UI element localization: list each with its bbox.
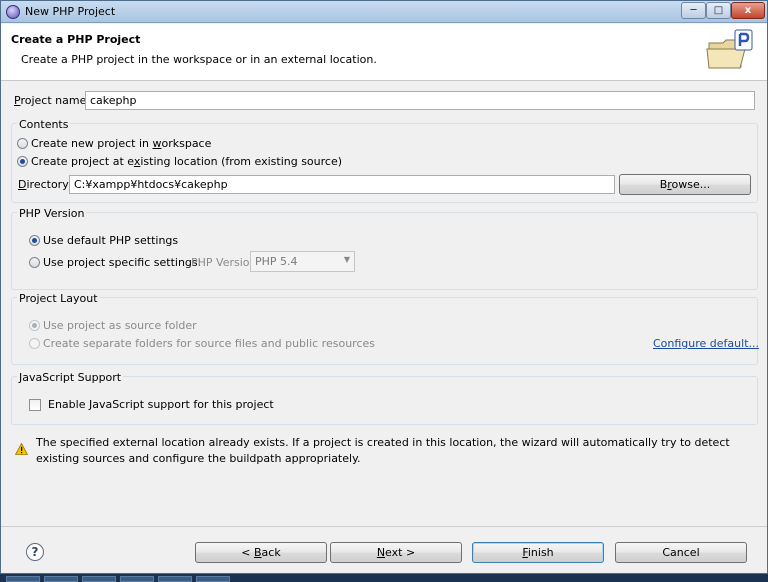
- specific-php-label[interactable]: Use project specific settings:: [43, 256, 201, 269]
- close-button[interactable]: x: [731, 2, 765, 19]
- default-php-radio[interactable]: [29, 235, 40, 246]
- create-new-label[interactable]: Create new project in workspace: [31, 137, 211, 150]
- php-version-value: PHP 5.4: [255, 255, 298, 268]
- banner-title: Create a PHP Project: [11, 33, 141, 46]
- create-existing-radio[interactable]: [17, 156, 28, 167]
- configure-default-link[interactable]: Configure default...: [653, 337, 759, 350]
- chevron-down-icon: ▼: [343, 255, 350, 264]
- taskbar-item[interactable]: [44, 576, 78, 582]
- help-button[interactable]: ?: [26, 543, 44, 561]
- taskbar-item[interactable]: [82, 576, 116, 582]
- default-php-label[interactable]: Use default PHP settings: [43, 234, 178, 247]
- php-version-group: [11, 212, 758, 290]
- enable-javascript-checkbox[interactable]: [29, 399, 41, 411]
- help-icon: ?: [31, 545, 39, 559]
- maximize-button[interactable]: □: [706, 2, 731, 19]
- taskbar-item[interactable]: [120, 576, 154, 582]
- wizard-banner: Create a PHP Project Create a PHP projec…: [1, 24, 767, 81]
- project-name-input[interactable]: [85, 91, 755, 110]
- window-title: New PHP Project: [25, 5, 116, 18]
- separate-folders-label[interactable]: Create separate folders for source files…: [43, 337, 375, 350]
- minimize-button[interactable]: ─: [681, 2, 706, 19]
- javascript-title: JavaScript Support: [17, 371, 124, 384]
- taskbar-item[interactable]: [196, 576, 230, 582]
- browse-button[interactable]: Browse...: [619, 174, 751, 195]
- create-existing-label[interactable]: Create project at existing location (fro…: [31, 155, 342, 168]
- source-folder-label[interactable]: Use project as source folder: [43, 319, 197, 332]
- warning-message: The specified external location already …: [36, 436, 730, 465]
- wizard-window: New PHP Project ─ □ x Create a PHP Proje…: [0, 0, 768, 574]
- finish-button[interactable]: Finish: [472, 542, 604, 563]
- source-folder-radio[interactable]: [29, 320, 40, 331]
- directory-input[interactable]: [69, 175, 615, 194]
- php-version-select[interactable]: PHP 5.4 ▼: [250, 251, 355, 272]
- cancel-button[interactable]: Cancel: [615, 542, 747, 563]
- create-new-radio[interactable]: [17, 138, 28, 149]
- title-bar[interactable]: New PHP Project ─ □ x: [1, 1, 767, 23]
- project-layout-title: Project Layout: [17, 292, 100, 305]
- eclipse-icon: [6, 5, 20, 19]
- directory-label: Directory:: [18, 178, 72, 191]
- next-button[interactable]: Next >: [330, 542, 462, 563]
- php-version-title: PHP Version: [17, 207, 87, 220]
- banner-description: Create a PHP project in the workspace or…: [21, 53, 377, 66]
- enable-javascript-label[interactable]: Enable JavaScript support for this proje…: [48, 398, 274, 411]
- separate-folders-radio[interactable]: [29, 338, 40, 349]
- specific-php-radio[interactable]: [29, 257, 40, 268]
- taskbar-item[interactable]: [6, 576, 40, 582]
- php-folder-icon: [706, 29, 753, 69]
- project-name-label: Project name:: [14, 94, 91, 107]
- warning-icon: [15, 443, 28, 455]
- taskbar-item[interactable]: [158, 576, 192, 582]
- contents-title: Contents: [17, 118, 71, 131]
- footer-separator: [1, 526, 767, 527]
- back-button[interactable]: < Back: [195, 542, 327, 563]
